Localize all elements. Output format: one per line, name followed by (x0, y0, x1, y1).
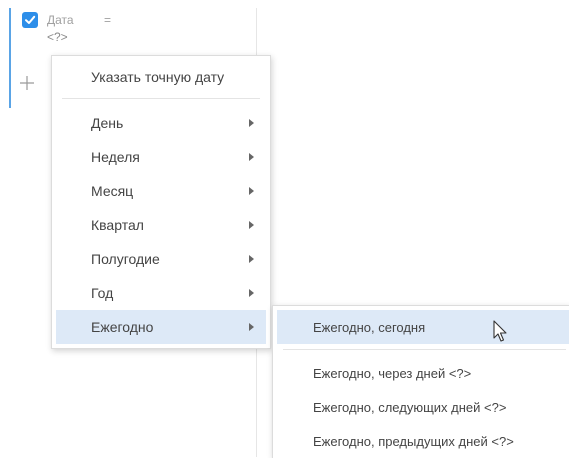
menu-item-label: Ежегодно (91, 319, 154, 335)
submenu-item-annually-in-days[interactable]: Ежегодно, через дней <?> (277, 356, 569, 390)
filter-checkbox[interactable] (22, 12, 38, 28)
menu-item-label: Квартал (91, 217, 144, 233)
chevron-right-icon (249, 153, 254, 161)
menu-item-year[interactable]: Год (56, 276, 266, 310)
menu-item-annually[interactable]: Ежегодно (56, 310, 266, 344)
check-icon (25, 15, 36, 24)
submenu-item-label: Ежегодно, сегодня (313, 320, 426, 335)
menu-item-label: Неделя (91, 149, 140, 165)
menu-item-half-year[interactable]: Полугодие (56, 242, 266, 276)
chevron-right-icon (249, 255, 254, 263)
menu-item-label: День (91, 115, 124, 131)
mouse-pointer-icon (493, 320, 507, 342)
submenu-item-label: Ежегодно, через дней <?> (313, 366, 472, 381)
submenu-separator (283, 349, 566, 350)
filter-field-name[interactable]: Дата (47, 13, 74, 27)
menu-item-label: Указать точную дату (91, 69, 225, 85)
chevron-right-icon (249, 119, 254, 127)
date-macro-menu: Указать точную дату День Неделя Месяц Кв… (51, 55, 271, 349)
menu-separator (62, 98, 260, 99)
annually-submenu: Ежегодно, сегодня Ежегодно, через дней <… (272, 305, 569, 458)
menu-item-label: Месяц (91, 183, 134, 199)
filter-operator[interactable]: = (104, 13, 111, 27)
menu-item-quarter[interactable]: Квартал (56, 208, 266, 242)
chevron-right-icon (249, 323, 254, 331)
chevron-right-icon (249, 221, 254, 229)
chevron-right-icon (249, 289, 254, 297)
submenu-item-annually-today[interactable]: Ежегодно, сегодня (277, 310, 569, 344)
submenu-item-annually-previous-days[interactable]: Ежегодно, предыдущих дней <?> (277, 424, 569, 458)
menu-item-week[interactable]: Неделя (56, 140, 266, 174)
menu-item-month[interactable]: Месяц (56, 174, 266, 208)
chevron-right-icon (249, 187, 254, 195)
menu-item-label: Полугодие (91, 251, 160, 267)
menu-item-label: Год (91, 285, 114, 301)
submenu-item-label: Ежегодно, следующих дней <?> (313, 400, 507, 415)
plus-icon[interactable] (18, 74, 36, 92)
submenu-item-annually-next-days[interactable]: Ежегодно, следующих дней <?> (277, 390, 569, 424)
submenu-item-label: Ежегодно, предыдущих дней <?> (313, 434, 514, 449)
menu-item-exact-date[interactable]: Указать точную дату (56, 60, 266, 94)
menu-item-day[interactable]: День (56, 106, 266, 140)
filter-group-rule (9, 8, 11, 108)
filter-value[interactable]: <?> (47, 30, 68, 44)
